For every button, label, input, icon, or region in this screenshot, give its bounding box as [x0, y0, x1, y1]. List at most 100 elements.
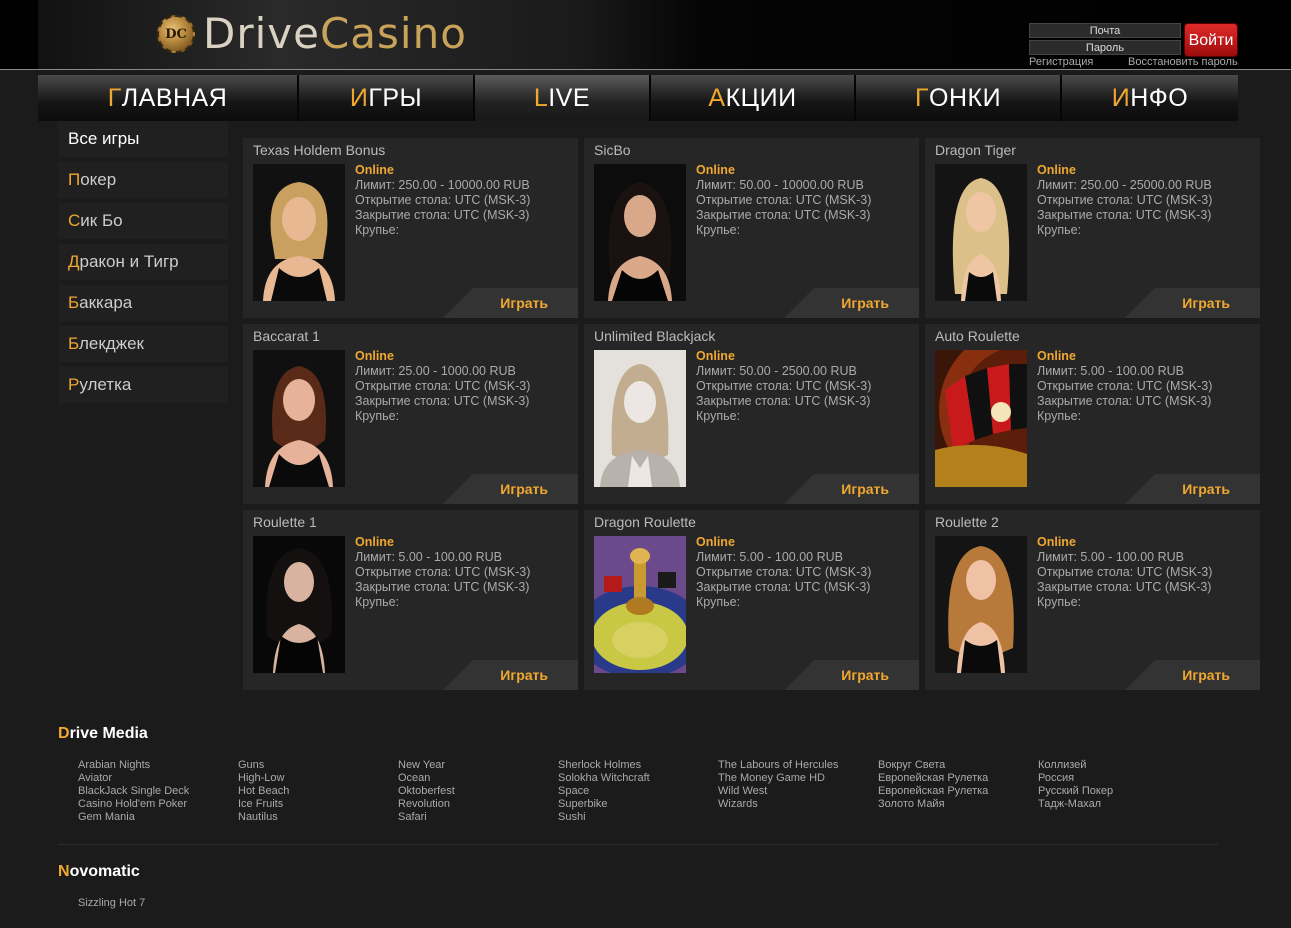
table-title: Texas Holdem Bonus [253, 142, 386, 158]
sidebar-item-label: ик Бо [80, 211, 123, 230]
nav-item-initial: L [533, 83, 549, 112]
table-open-time: Открытие стола: UTC (MSK-3) [696, 379, 872, 393]
table-limit: Лимит: 5.00 - 100.00 RUB [696, 550, 843, 564]
game-link[interactable]: Superbike [558, 798, 650, 811]
game-link[interactable]: Safari [398, 811, 455, 824]
sidebar-item-all-games[interactable]: Все игры [58, 121, 228, 157]
table-limit: Лимит: 25.00 - 1000.00 RUB [355, 364, 516, 378]
password-field[interactable]: Пароль [1029, 40, 1181, 55]
register-link[interactable]: Регистрация [1029, 56, 1093, 68]
dealer-photo[interactable] [935, 164, 1027, 301]
logo[interactable]: DC DriveCasino [157, 12, 467, 56]
nav-item-home[interactable]: Г ЛАВНАЯ [38, 75, 299, 121]
game-link[interactable]: BlackJack Single Deck [78, 785, 189, 798]
table-close-time: Закрытие стола: UTC (MSK-3) [355, 208, 530, 222]
nav-item-label: ОНКИ [929, 83, 1002, 112]
game-link[interactable]: Space [558, 785, 650, 798]
table-close-time: Закрытие стола: UTC (MSK-3) [1037, 580, 1212, 594]
play-button[interactable]: Играть [443, 660, 578, 690]
nav-item-label: ГРЫ [368, 83, 423, 112]
nav-item-games[interactable]: И ГРЫ [299, 75, 475, 121]
game-link[interactable]: Россия [1038, 772, 1113, 785]
game-link[interactable]: Casino Hold'em Poker [78, 798, 189, 811]
sidebar-item-roulette[interactable]: Рулетка [58, 367, 228, 403]
game-link[interactable]: The Labours of Hercules [718, 759, 838, 772]
table-dealer: Крупье: [355, 223, 400, 237]
game-link[interactable]: Aviator [78, 772, 189, 785]
provider-divider [58, 844, 1218, 845]
game-link[interactable]: Gem Mania [78, 811, 189, 824]
game-link[interactable]: Oktoberfest [398, 785, 455, 798]
game-link[interactable]: Sizzling Hot 7 [78, 897, 145, 910]
roulette-wheel-image[interactable] [935, 350, 1027, 487]
table-status: Online [1037, 535, 1076, 549]
roulette-spindle-image[interactable] [594, 536, 686, 673]
table-limit: Лимит: 5.00 - 100.00 RUB [355, 550, 502, 564]
table-close-time: Закрытие стола: UTC (MSK-3) [696, 580, 871, 594]
game-link[interactable]: Sushi [558, 811, 650, 824]
game-link[interactable]: Arabian Nights [78, 759, 189, 772]
table-open-time: Открытие стола: UTC (MSK-3) [1037, 379, 1213, 393]
sidebar-item-poker[interactable]: Покер [58, 162, 228, 198]
restore-password-link[interactable]: Восстановить пароль [1128, 56, 1238, 68]
game-link[interactable]: Hot Beach [238, 785, 289, 798]
sidebar-item-sicbo[interactable]: Сик Бо [58, 203, 228, 239]
table-open-time: Открытие стола: UTC (MSK-3) [355, 565, 531, 579]
game-link[interactable]: Тадж-Махал [1038, 798, 1113, 811]
game-link[interactable]: Коллизей [1038, 759, 1113, 772]
game-link[interactable]: Solokha Witchcraft [558, 772, 650, 785]
play-button[interactable]: Играть [784, 660, 919, 690]
table-close-time: Закрытие стола: UTC (MSK-3) [355, 394, 530, 408]
table-info: Online Лимит: 5.00 - 100.00 RUB Открытие… [355, 535, 530, 610]
dealer-photo[interactable] [253, 164, 345, 301]
provider-title-label: rive Media [69, 725, 148, 742]
game-list-column: Arabian Nights Aviator BlackJack Single … [78, 759, 189, 824]
play-button[interactable]: Играть [784, 288, 919, 318]
game-link[interactable]: Revolution [398, 798, 455, 811]
game-link[interactable]: Русский Покер [1038, 785, 1113, 798]
game-link[interactable]: Guns [238, 759, 289, 772]
sidebar-item-label: окер [80, 170, 117, 189]
table-close-time: Закрытие стола: UTC (MSK-3) [696, 394, 871, 408]
dealer-photo[interactable] [935, 536, 1027, 673]
nav-item-info[interactable]: И НФО [1062, 75, 1238, 121]
dealer-photo[interactable] [253, 350, 345, 487]
game-link[interactable]: Sherlock Holmes [558, 759, 650, 772]
game-link[interactable]: New Year [398, 759, 455, 772]
nav-item-races[interactable]: Г ОНКИ [856, 75, 1062, 121]
game-link[interactable]: Wild West [718, 785, 838, 798]
game-link[interactable]: The Money Game HD [718, 772, 838, 785]
provider-title-novomatic[interactable]: Novomatic [58, 863, 140, 881]
game-link[interactable]: Nautilus [238, 811, 289, 824]
placeholder-avatar-icon[interactable] [594, 350, 686, 487]
table-title: Dragon Roulette [594, 514, 696, 530]
play-button[interactable]: Играть [1125, 660, 1260, 690]
dealer-photo[interactable] [253, 536, 345, 673]
play-button[interactable]: Играть [1125, 474, 1260, 504]
game-list-column: Guns High-Low Hot Beach Ice Fruits Nauti… [238, 759, 289, 824]
game-link[interactable]: Европейская Рулетка [878, 785, 988, 798]
nav-item-promotions[interactable]: А КЦИИ [651, 75, 856, 121]
play-button[interactable]: Играть [443, 474, 578, 504]
provider-title-drive-media[interactable]: Drive Media [58, 725, 148, 743]
play-button[interactable]: Играть [1125, 288, 1260, 318]
logo-text-part1: Drive [203, 9, 320, 58]
table-info: Online Лимит: 5.00 - 100.00 RUB Открытие… [1037, 349, 1212, 424]
dealer-photo[interactable] [594, 164, 686, 301]
game-link[interactable]: High-Low [238, 772, 289, 785]
email-field[interactable]: Почта [1029, 23, 1181, 38]
play-button[interactable]: Играть [784, 474, 919, 504]
sidebar-item-baccarat[interactable]: Баккара [58, 285, 228, 321]
game-link[interactable]: Ice Fruits [238, 798, 289, 811]
play-button[interactable]: Играть [443, 288, 578, 318]
sidebar-item-blackjack[interactable]: Блекджек [58, 326, 228, 362]
table-card: SicBo Online Лимит: 50.00 - 10000.00 RUB… [584, 138, 919, 318]
game-link[interactable]: Золото Майя [878, 798, 988, 811]
game-link[interactable]: Европейская Рулетка [878, 772, 988, 785]
sidebar-item-dragon-tiger[interactable]: Дракон и Тигр [58, 244, 228, 280]
game-link[interactable]: Wizards [718, 798, 838, 811]
nav-item-live[interactable]: L IVE [475, 75, 651, 121]
game-link[interactable]: Ocean [398, 772, 455, 785]
game-link[interactable]: Вокруг Света [878, 759, 988, 772]
login-button[interactable]: Войти [1184, 23, 1238, 57]
